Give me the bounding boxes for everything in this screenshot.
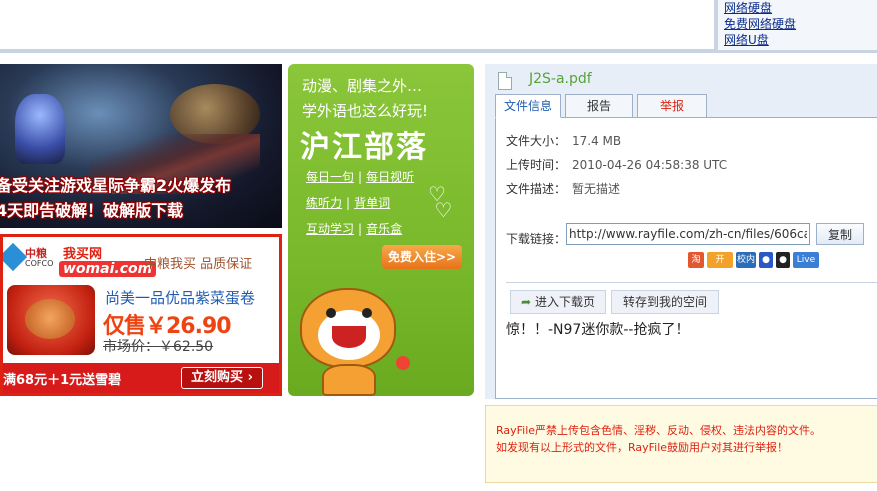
baidu-icon[interactable]: ● xyxy=(759,252,773,268)
file-name: J2S-a.pdf xyxy=(529,71,592,87)
link-daily-media[interactable]: 每日视听 xyxy=(366,170,414,184)
content-warning: RayFile严禁上传包含色情、淫秽、反动、侵权、违法内容的文件。 如发现有以上… xyxy=(485,405,877,483)
tiger-mascot xyxy=(300,280,400,396)
file-desc-row: 文件描述： 暂无描述 xyxy=(506,182,621,196)
top-links: 网络硬盘 免费网络硬盘 网络U盘 xyxy=(714,0,877,50)
link-listening[interactable]: 练听力 xyxy=(306,196,342,210)
download-link-label: 下载链接： xyxy=(506,232,567,246)
game-ad-subline: 4天即告破解！破解版下载 xyxy=(0,201,184,220)
tab-file-info[interactable]: 文件信息 xyxy=(495,94,561,118)
file-size-row: 文件大小： 17.4 MB xyxy=(506,134,622,148)
promo-note: 惊！！-N97迷你款--抢疯了！ xyxy=(506,322,690,338)
content-divider xyxy=(506,282,877,283)
file-info-content: 文件大小： 17.4 MB 上传时间： 2010-04-26 04:58:38 UT… xyxy=(495,117,877,399)
hujiang-subtitle: 动漫、剧集之外… 学外语也这么好玩! xyxy=(302,77,429,120)
product-image xyxy=(7,285,95,355)
tab-report[interactable]: 报告 xyxy=(565,94,633,118)
file-panel: J2S-a.pdf 文件大小： 17.4 MB 上传时间： 2010-04-26 0… xyxy=(485,64,877,399)
upload-time-row: 上传时间： 2010-04-26 04:58:38 UTC xyxy=(506,158,728,172)
copy-button[interactable]: 复制 xyxy=(816,223,864,245)
womai-banner-ad[interactable]: 中粮 COFCO 我买网 womai.com 中粮我买 品质保证 尚美一品优品紫… xyxy=(0,234,282,396)
taobao-icon[interactable]: 淘 xyxy=(688,252,704,268)
link-netdisk[interactable]: 网络硬盘 xyxy=(724,0,877,16)
creature-graphic xyxy=(15,94,65,164)
starcraft-banner-ad[interactable]: 备受关注游戏星际争霸2火爆发布 4天即告破解！破解版下载 xyxy=(0,64,282,228)
product-name: 尚美一品优品紫菜蛋卷 xyxy=(105,289,256,307)
file-desc-value: 暂无描述 xyxy=(572,182,621,196)
buy-now-button[interactable]: 立刻购买 › xyxy=(181,367,263,389)
womai-slogan: 中粮我买 品质保证 xyxy=(144,257,253,272)
cofco-logo: 中粮 COFCO xyxy=(3,242,53,279)
link-vocabulary[interactable]: 背单词 xyxy=(354,196,390,210)
womai-logo: 我买网 womai.com xyxy=(55,241,157,281)
file-icon xyxy=(498,72,512,90)
hujiang-title: 沪江部落 xyxy=(300,130,428,165)
qq-icon[interactable]: ● xyxy=(776,252,790,268)
free-join-button[interactable]: 免费入住>> xyxy=(382,245,462,269)
upload-time-value: 2010-04-26 04:58:38 UTC xyxy=(572,158,728,172)
link-interactive[interactable]: 互动学习 xyxy=(306,222,354,236)
link-usb-disk[interactable]: 网络U盘 xyxy=(724,32,877,48)
kaixin-icon[interactable]: 开 xyxy=(707,252,733,268)
flower-icon xyxy=(396,356,410,370)
warning-line-1: RayFile严禁上传包含色情、淫秽、反动、侵权、违法内容的文件。 xyxy=(496,424,822,437)
arrow-icon: ➦ xyxy=(521,295,532,309)
save-to-space-button[interactable]: 转存到我的空间 xyxy=(611,290,719,314)
enter-download-page-button[interactable]: ➦ 进入下载页 xyxy=(510,290,606,314)
hujiang-banner-ad[interactable]: 动漫、剧集之外… 学外语也这么好玩! 沪江部落 每日一句 | 每日视听 练听力 | 背单… xyxy=(288,64,474,396)
tab-abuse-report[interactable]: 举报 xyxy=(637,94,707,118)
promo-bar: 满68元＋1元送雪碧 立刻购买 › xyxy=(3,363,279,393)
link-free-netdisk[interactable]: 免费网络硬盘 xyxy=(724,16,877,32)
promo-text: 满68元＋1元送雪碧 xyxy=(3,373,122,388)
market-price: 市场价：￥62.50 xyxy=(103,339,214,355)
file-size-value: 17.4 MB xyxy=(572,134,622,148)
link-music-box[interactable]: 音乐盒 xyxy=(366,222,402,236)
xiaonei-icon[interactable]: 校内 xyxy=(736,252,756,268)
game-ad-headline: 备受关注游戏星际争霸2火爆发布 xyxy=(0,176,232,195)
live-icon[interactable]: Live xyxy=(793,252,819,268)
link-daily-sentence[interactable]: 每日一句 xyxy=(306,170,354,184)
download-link-input[interactable] xyxy=(566,223,810,245)
warning-line-2: 如发现有以上形式的文件，RayFile鼓励用户对其进行举报！ xyxy=(496,441,789,454)
hearts-icon: ♡ ♡ xyxy=(428,182,453,222)
